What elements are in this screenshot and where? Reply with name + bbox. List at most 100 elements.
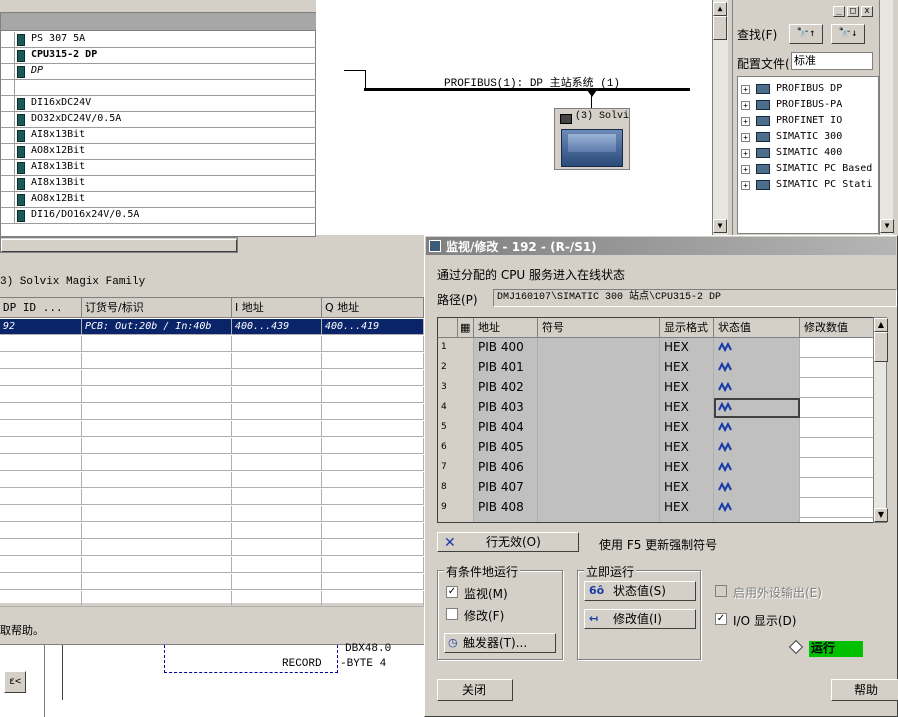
- status-value-button[interactable]: 6ô 状态值(S): [584, 581, 696, 601]
- table-row[interactable]: [0, 387, 424, 403]
- expand-icon[interactable]: +: [741, 117, 750, 126]
- restore-icon[interactable]: □: [847, 6, 859, 17]
- table-row[interactable]: 92 PCB: Out:20b / In:40b 400...439 400...41…: [0, 319, 424, 335]
- scroll-down-icon[interactable]: ▼: [874, 508, 888, 522]
- table-row[interactable]: [0, 353, 424, 369]
- table-row[interactable]: [0, 455, 424, 471]
- table-row[interactable]: [0, 506, 424, 522]
- address-cell[interactable]: PIB 404: [474, 418, 538, 438]
- symbol-cell[interactable]: [538, 458, 660, 478]
- col-order-number[interactable]: 订货号/标识: [82, 298, 232, 318]
- status-value-cell[interactable]: [714, 398, 800, 418]
- find-up-button[interactable]: 🔭↑: [789, 24, 823, 44]
- rack-slot[interactable]: PS 307 5A: [1, 32, 317, 48]
- scroll-thumb[interactable]: [713, 16, 727, 40]
- dp-slave-station[interactable]: (3) Solvi: [554, 108, 630, 170]
- rack-slot[interactable]: AI8x13Bit: [1, 128, 317, 144]
- status-value-cell[interactable]: [714, 458, 800, 478]
- table-row[interactable]: [0, 557, 424, 573]
- symbol-cell[interactable]: [538, 478, 660, 498]
- table-row[interactable]: 4 PIB 403 HEX: [438, 398, 884, 418]
- status-value-cell[interactable]: [714, 518, 800, 522]
- table-row[interactable]: [0, 472, 424, 488]
- table-row[interactable]: 1 PIB 400 HEX: [438, 338, 884, 358]
- minimize-icon[interactable]: _: [833, 6, 845, 17]
- status-value-cell[interactable]: [714, 438, 800, 458]
- table-row[interactable]: 10PIB 409 HEX: [438, 518, 884, 522]
- expand-icon[interactable]: +: [741, 101, 750, 110]
- status-value-cell[interactable]: [714, 338, 800, 358]
- address-cell[interactable]: PIB 402: [474, 378, 538, 398]
- rack-slot[interactable]: AO8x12Bit: [1, 144, 317, 160]
- format-cell[interactable]: HEX: [660, 398, 714, 418]
- help-button[interactable]: 帮助: [831, 679, 898, 701]
- status-value-cell[interactable]: [714, 418, 800, 438]
- rack-slot[interactable]: AI8x13Bit: [1, 176, 317, 192]
- table-row[interactable]: 2 PIB 401 HEX: [438, 358, 884, 378]
- table-row[interactable]: [0, 540, 424, 556]
- rack-slot[interactable]: AO8x12Bit: [1, 192, 317, 208]
- symbol-cell[interactable]: [538, 358, 660, 378]
- status-value-cell[interactable]: [714, 378, 800, 398]
- address-cell[interactable]: PIB 403: [474, 398, 538, 418]
- rack-slot[interactable]: CPU315-2 DP: [1, 48, 317, 64]
- status-value-cell[interactable]: [714, 478, 800, 498]
- address-cell[interactable]: PIB 409: [474, 518, 538, 522]
- network-vertical-scrollbar[interactable]: ▲ ▼: [712, 0, 728, 235]
- address-cell[interactable]: PIB 401: [474, 358, 538, 378]
- address-cell[interactable]: PIB 400: [474, 338, 538, 358]
- table-row[interactable]: 7 PIB 406 HEX: [438, 458, 884, 478]
- table-row[interactable]: [0, 574, 424, 590]
- rack-slot[interactable]: AI8x13Bit: [1, 160, 317, 176]
- expand-icon[interactable]: +: [741, 149, 750, 158]
- symbol-cell[interactable]: [538, 498, 660, 518]
- address-cell[interactable]: PIB 406: [474, 458, 538, 478]
- table-row[interactable]: 3 PIB 402 HEX: [438, 378, 884, 398]
- rack-slot[interactable]: [1, 80, 317, 96]
- code-nav-button[interactable]: ε<: [4, 671, 26, 693]
- symbol-cell[interactable]: [538, 438, 660, 458]
- address-cell[interactable]: PIB 407: [474, 478, 538, 498]
- format-cell[interactable]: HEX: [660, 498, 714, 518]
- scroll-up-icon[interactable]: ▲: [874, 318, 888, 332]
- col-address[interactable]: 地址: [474, 318, 538, 338]
- close-button[interactable]: 关闭: [437, 679, 513, 701]
- rack-slot[interactable]: DP: [1, 64, 317, 80]
- table-row[interactable]: [0, 336, 424, 352]
- address-cell[interactable]: PIB 405: [474, 438, 538, 458]
- format-cell[interactable]: HEX: [660, 458, 714, 478]
- table-row[interactable]: 5 PIB 404 HEX: [438, 418, 884, 438]
- symbol-cell[interactable]: [538, 398, 660, 418]
- format-cell[interactable]: HEX: [660, 338, 714, 358]
- symbol-cell[interactable]: [538, 418, 660, 438]
- table-row[interactable]: 8 PIB 407 HEX: [438, 478, 884, 498]
- find-down-button[interactable]: 🔭↓: [831, 24, 865, 44]
- status-value-cell[interactable]: [714, 498, 800, 518]
- close-icon[interactable]: x: [861, 6, 873, 17]
- table-row[interactable]: [0, 421, 424, 437]
- col-symbol[interactable]: 符号: [538, 318, 660, 338]
- table-row[interactable]: [0, 438, 424, 454]
- checkbox-icon[interactable]: ✓: [446, 586, 458, 598]
- table-row[interactable]: [0, 370, 424, 386]
- table-row[interactable]: 6 PIB 405 HEX: [438, 438, 884, 458]
- format-cell[interactable]: HEX: [660, 378, 714, 398]
- expand-icon[interactable]: +: [741, 85, 750, 94]
- format-cell[interactable]: HEX: [660, 418, 714, 438]
- checkbox-icon[interactable]: ✓: [715, 613, 727, 625]
- col-q-address[interactable]: Q 地址: [322, 298, 424, 318]
- table-row[interactable]: [0, 489, 424, 505]
- expand-icon[interactable]: +: [741, 165, 750, 174]
- scroll-thumb[interactable]: [1, 239, 237, 252]
- catalog-vertical-scrollbar[interactable]: ▼: [879, 0, 894, 235]
- modify-value-button[interactable]: ↤ 修改值(I): [584, 609, 696, 629]
- scroll-down-icon[interactable]: ▼: [880, 219, 894, 233]
- table-row[interactable]: [0, 404, 424, 420]
- address-cell[interactable]: PIB 408: [474, 498, 538, 518]
- format-cell[interactable]: HEX: [660, 478, 714, 498]
- symbol-cell[interactable]: [538, 378, 660, 398]
- expand-icon[interactable]: +: [741, 133, 750, 142]
- col-display-format[interactable]: 显示格式: [660, 318, 714, 338]
- format-cell[interactable]: HEX: [660, 518, 714, 522]
- rack-slot[interactable]: DI16xDC24V: [1, 96, 317, 112]
